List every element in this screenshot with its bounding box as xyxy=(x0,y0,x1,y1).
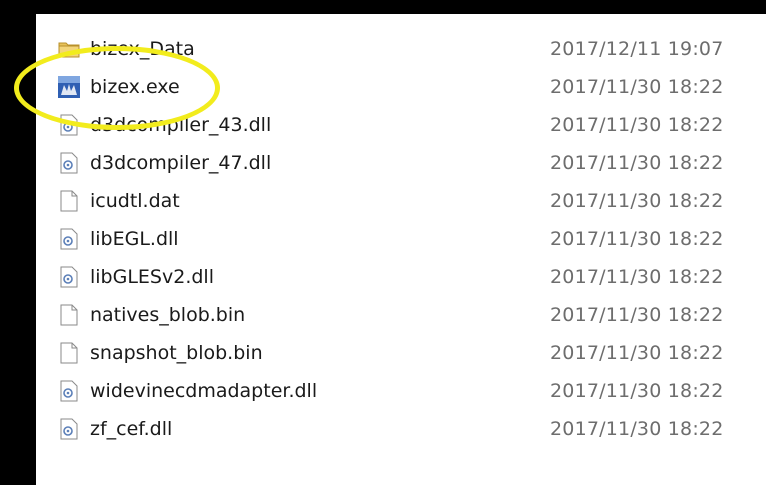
file-name: icudtl.dat xyxy=(90,190,180,212)
file-modified-date: 2017/11/30 18:22 xyxy=(550,418,724,440)
file-row-libegl[interactable]: libEGL.dll 2017/11/30 18:22 xyxy=(36,220,766,258)
file-name: d3dcompiler_47.dll xyxy=(90,152,272,174)
file-icon xyxy=(58,190,80,212)
file-name: libEGL.dll xyxy=(90,228,179,250)
dll-icon xyxy=(58,418,80,440)
file-row-icudtl[interactable]: icudtl.dat 2017/11/30 18:22 xyxy=(36,182,766,220)
file-name: bizex.exe xyxy=(90,76,180,98)
file-row-snapshot-blob[interactable]: snapshot_blob.bin 2017/11/30 18:22 xyxy=(36,334,766,372)
file-row-libglesv2[interactable]: libGLESv2.dll 2017/11/30 18:22 xyxy=(36,258,766,296)
dll-icon xyxy=(58,380,80,402)
file-name: snapshot_blob.bin xyxy=(90,342,263,364)
file-row-bizex-exe[interactable]: bizex.exe 2017/11/30 18:22 xyxy=(36,68,766,106)
file-row-natives-blob[interactable]: natives_blob.bin 2017/11/30 18:22 xyxy=(36,296,766,334)
file-modified-date: 2017/11/30 18:22 xyxy=(550,190,724,212)
file-row-bizex-data[interactable]: bizex_Data 2017/12/11 19:07 xyxy=(36,30,766,68)
file-modified-date: 2017/11/30 18:22 xyxy=(550,304,724,326)
dll-icon xyxy=(58,228,80,250)
dll-icon xyxy=(58,152,80,174)
file-modified-date: 2017/11/30 18:22 xyxy=(550,76,724,98)
file-name: libGLESv2.dll xyxy=(90,266,214,288)
file-name: bizex_Data xyxy=(90,38,195,60)
file-modified-date: 2017/11/30 18:22 xyxy=(550,114,724,136)
folder-icon xyxy=(58,38,80,60)
dll-icon xyxy=(58,114,80,136)
file-name: d3dcompiler_43.dll xyxy=(90,114,272,136)
file-row-d3dcompiler-47[interactable]: d3dcompiler_47.dll 2017/11/30 18:22 xyxy=(36,144,766,182)
file-modified-date: 2017/11/30 18:22 xyxy=(550,228,724,250)
file-name: zf_cef.dll xyxy=(90,418,173,440)
application-icon xyxy=(58,76,80,98)
file-modified-date: 2017/11/30 18:22 xyxy=(550,266,724,288)
file-modified-date: 2017/11/30 18:22 xyxy=(550,380,724,402)
file-icon xyxy=(58,342,80,364)
file-list-panel: bizex_Data 2017/12/11 19:07 bizex.exe 20… xyxy=(36,14,766,485)
file-modified-date: 2017/11/30 18:22 xyxy=(550,342,724,364)
file-name: natives_blob.bin xyxy=(90,304,246,326)
file-row-d3dcompiler-43[interactable]: d3dcompiler_43.dll 2017/11/30 18:22 xyxy=(36,106,766,144)
file-row-zf-cef[interactable]: zf_cef.dll 2017/11/30 18:22 xyxy=(36,410,766,448)
dll-icon xyxy=(58,266,80,288)
file-row-widevinecdmadapter[interactable]: widevinecdmadapter.dll 2017/11/30 18:22 xyxy=(36,372,766,410)
file-name: widevinecdmadapter.dll xyxy=(90,380,318,402)
file-modified-date: 2017/12/11 19:07 xyxy=(550,38,724,60)
file-modified-date: 2017/11/30 18:22 xyxy=(550,152,724,174)
file-icon xyxy=(58,304,80,326)
